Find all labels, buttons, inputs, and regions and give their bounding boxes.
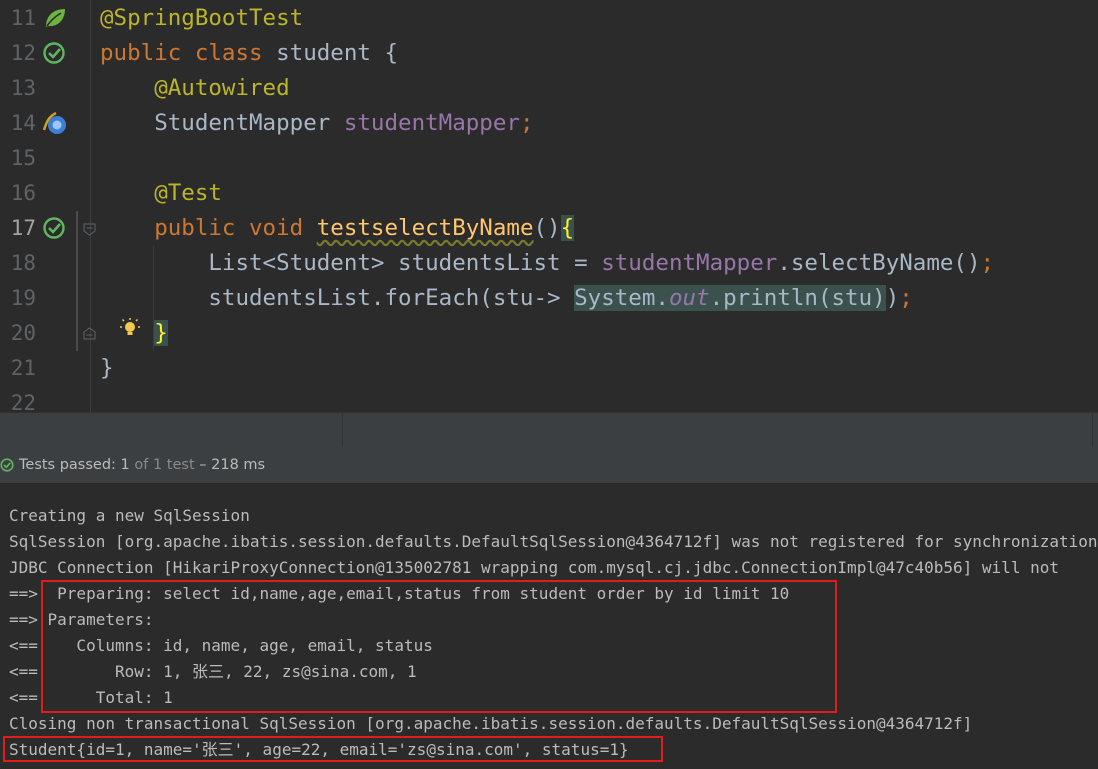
code-line-17[interactable]: public void testselectByName(){ [100, 211, 575, 246]
run-console[interactable]: Creating a new SqlSession SqlSession [or… [0, 483, 1098, 769]
line-number-current: 17 [10, 216, 36, 240]
keyword: public [100, 40, 182, 66]
method-name: testselectByName [316, 215, 534, 241]
keyword: public [154, 215, 236, 241]
status-label: Tests passed: [19, 457, 116, 473]
line-number: 13 [10, 76, 36, 100]
code-line-18[interactable]: List<Student> studentsList = studentMapp… [100, 246, 994, 281]
test-status-text: Tests passed: 1 of 1 test – 218 ms [19, 447, 265, 483]
line-number: 19 [10, 286, 36, 310]
code-text: System. [574, 285, 669, 311]
line-number: 21 [10, 356, 36, 380]
console-line: Creating a new SqlSession [9, 506, 250, 525]
parens: () [533, 215, 561, 241]
line-number: 11 [10, 6, 36, 30]
change-marker [76, 211, 78, 351]
code-line-20[interactable]: } [100, 316, 168, 351]
class-name: student [276, 40, 371, 66]
status-duration: – 218 ms [199, 457, 266, 473]
line-number: 12 [10, 41, 36, 65]
code-text: .selectByName() [777, 250, 981, 276]
line-number: 20 [10, 321, 36, 345]
brace: } [100, 355, 114, 381]
code-line-19[interactable]: studentsList.forEach(stu-> System.out.pr… [100, 281, 913, 316]
semicolon: ; [899, 285, 913, 311]
annotation: @SpringBootTest [100, 5, 304, 31]
lambda-highlight: System.out.println(stu) [574, 285, 886, 311]
spring-leaf-icon[interactable] [42, 5, 68, 31]
annotation: @Test [154, 180, 222, 206]
console-line: JDBC Connection [HikariProxyConnection@1… [9, 558, 1059, 577]
code-line-13[interactable]: @Autowired [100, 71, 290, 106]
line-number: 15 [10, 146, 36, 170]
code-text: ) [885, 285, 900, 311]
status-total: of 1 test [134, 457, 195, 473]
code-line-16[interactable]: @Test [100, 176, 222, 211]
sql-log-highlight-box [41, 580, 837, 713]
code-text: .println(stu) [709, 285, 886, 311]
code-line-21[interactable]: } [100, 351, 114, 386]
type-name: StudentMapper [154, 110, 331, 136]
brace-match: } [154, 320, 168, 346]
line-number: 22 [10, 391, 36, 412]
line-number: 16 [10, 181, 36, 205]
panel-divider[interactable] [0, 412, 1098, 448]
test-status-bar: Tests passed: 1 of 1 test – 218 ms [0, 447, 1098, 483]
fold-icon[interactable] [83, 223, 96, 236]
brace-match: { [560, 215, 575, 241]
code-line-12[interactable]: public class student { [100, 36, 398, 71]
brace: { [384, 40, 399, 66]
divider-segment [0, 413, 343, 447]
code-text: List<Student> studentsList = [208, 250, 602, 276]
console-line: Closing non transactional SqlSession [or… [9, 714, 973, 733]
test-passed-icon[interactable] [42, 41, 68, 67]
status-count: 1 [120, 457, 130, 473]
field-name: studentMapper [601, 250, 778, 276]
code-line-11[interactable]: @SpringBootTest [100, 1, 303, 36]
test-passed-icon [0, 458, 14, 472]
bean-autowired-icon[interactable] [42, 110, 68, 136]
code-line-14[interactable]: StudentMapper studentMapper; [100, 106, 534, 141]
fold-end-icon[interactable] [83, 327, 96, 340]
keyword: void [249, 215, 304, 241]
line-number: 14 [10, 111, 36, 135]
field-name: studentMapper [343, 110, 520, 136]
annotation: @Autowired [154, 75, 290, 101]
static-field: out [668, 285, 710, 311]
semicolon: ; [519, 110, 534, 136]
line-number: 18 [10, 251, 36, 275]
test-passed-icon[interactable] [42, 216, 68, 242]
code-editor[interactable]: 11 12 13 14 15 16 17 18 19 20 21 22 @Spr… [0, 0, 1098, 412]
semicolon: ; [980, 250, 995, 276]
result-highlight-box [3, 736, 663, 762]
code-text: studentsList.forEach(stu-> [208, 285, 575, 311]
divider-segment [342, 413, 1093, 447]
console-line: SqlSession [org.apache.ibatis.session.de… [9, 532, 1098, 551]
keyword: class [194, 40, 263, 66]
